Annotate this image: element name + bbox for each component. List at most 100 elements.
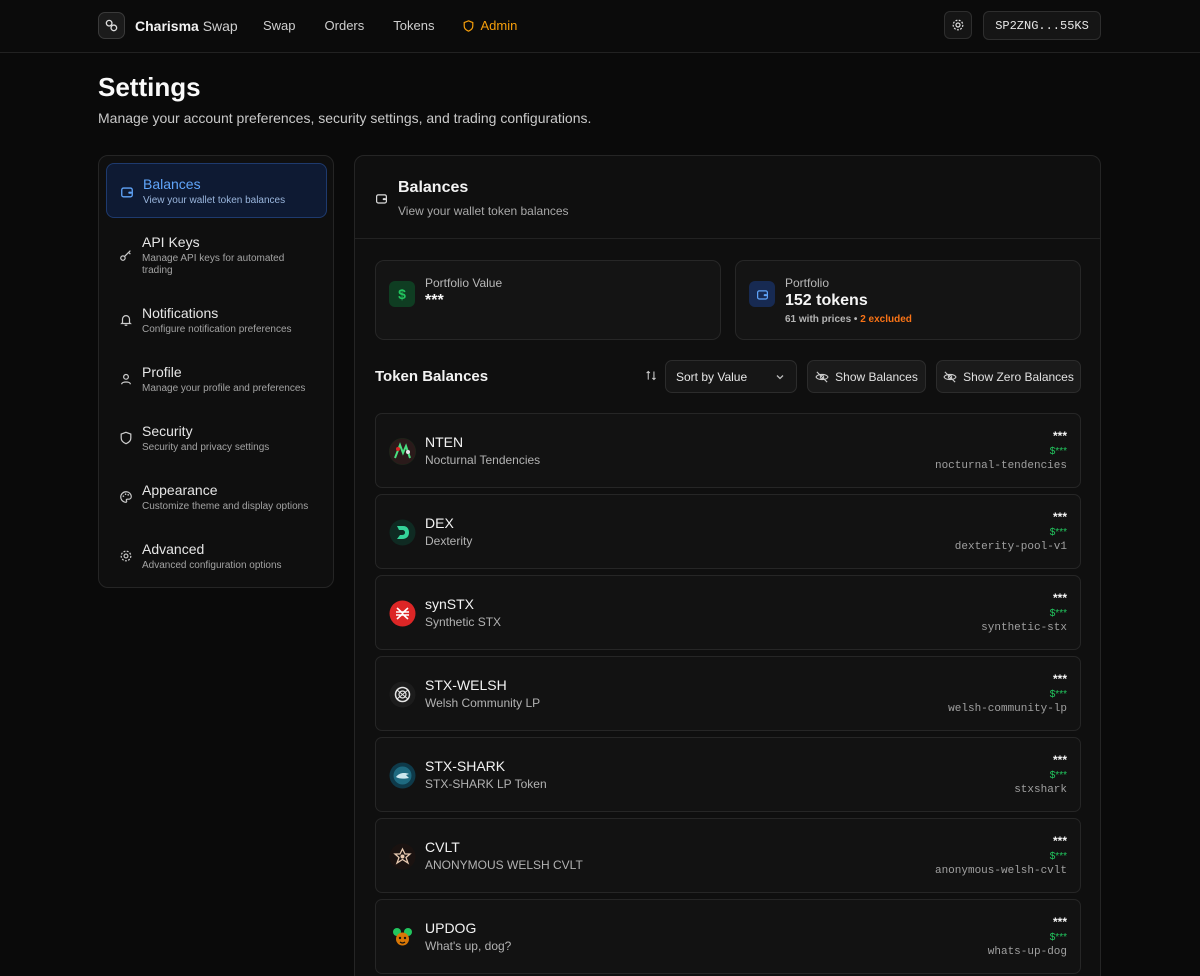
excluded-count: 2 excluded (860, 314, 912, 325)
portfolio-stats: 61 with prices • 2 excluded (785, 314, 912, 325)
token-usd-value: $*** (1049, 851, 1067, 862)
sort-select-value: Sort by Value (676, 370, 748, 384)
token-balance: *** (1052, 915, 1067, 929)
eye-off-icon (815, 370, 829, 383)
user-icon (121, 373, 131, 385)
wallet-icon (749, 281, 775, 307)
sidebar-item-balances[interactable]: Balances View your wallet token balances (106, 163, 327, 218)
token-row-synstx[interactable]: synSTX Synthetic STX *** $*** synthetic-… (375, 575, 1081, 650)
separator: • (851, 314, 861, 325)
token-row-dex[interactable]: DEX Dexterity *** $*** dexterity-pool-v1 (375, 494, 1081, 569)
brand[interactable]: Charisma Swap (98, 12, 238, 39)
show-balances-button[interactable]: Show Balances (807, 360, 926, 393)
token-balance: *** (1052, 591, 1067, 605)
sidebar-item-security[interactable]: Security Security and privacy settings (106, 417, 327, 465)
bell-icon (120, 315, 132, 326)
token-row-cvlt[interactable]: CVLT ANONYMOUS WELSH CVLT *** $*** anony… (375, 818, 1081, 893)
nav-tokens[interactable]: Tokens (393, 18, 434, 33)
nav-admin[interactable]: Admin (463, 18, 517, 33)
show-balances-label: Show Balances (835, 369, 918, 384)
sidebar-item-desc: View your wallet token balances (143, 195, 286, 206)
token-contract-id: welsh-community-lp (948, 703, 1067, 715)
token-logo-icon (389, 600, 416, 627)
eye-off-icon (943, 370, 957, 383)
portfolio-value: *** (425, 292, 444, 309)
token-usd-value: $*** (1049, 446, 1067, 457)
chevron-down-icon (776, 375, 784, 380)
token-symbol: STX-SHARK (425, 758, 506, 774)
nav-swap[interactable]: Swap (263, 18, 296, 33)
sort-select[interactable]: Sort by Value (665, 360, 797, 393)
token-row-updog[interactable]: UPDOG What's up, dog? *** $*** whats-up-… (375, 899, 1081, 974)
sidebar-item-notifications[interactable]: Notifications Configure notification pre… (106, 299, 327, 347)
sidebar-item-advanced[interactable]: Advanced Advanced configuration options (106, 535, 327, 583)
sidebar-item-desc: Security and privacy settings (142, 442, 270, 453)
token-symbol: DEX (425, 515, 454, 531)
token-usd-value: $*** (1049, 689, 1067, 700)
token-balance: *** (1052, 510, 1067, 524)
token-name: ANONYMOUS WELSH CVLT (425, 858, 583, 872)
dollar-icon: $ (389, 281, 415, 307)
token-balance: *** (1052, 834, 1067, 848)
sidebar-item-appearance[interactable]: Appearance Customize theme and display o… (106, 476, 327, 524)
token-logo-icon (389, 924, 416, 951)
settings-button[interactable] (944, 11, 972, 39)
wallet-icon (376, 194, 387, 204)
priced-count: 61 with prices (785, 314, 852, 325)
sidebar-item-label: Security (142, 423, 193, 439)
show-zero-balances-label: Show Zero Balances (963, 369, 1074, 384)
token-name: Dexterity (425, 534, 473, 548)
token-contract-id: whats-up-dog (987, 946, 1067, 958)
token-balances-title: Token Balances (375, 368, 489, 385)
token-row-stx-welsh[interactable]: STX-WELSH Welsh Community LP *** $*** we… (375, 656, 1081, 731)
settings-sidebar: Balances View your wallet token balances… (98, 155, 334, 588)
sidebar-item-desc: Manage your profile and preferences (142, 383, 306, 394)
token-contract-id: dexterity-pool-v1 (954, 541, 1067, 553)
sidebar-item-label: Balances (143, 176, 201, 192)
main-nav: Swap Orders Tokens Admin (263, 18, 517, 33)
page-subtitle: Manage your account preferences, securit… (98, 110, 592, 126)
token-symbol: NTEN (425, 434, 464, 450)
token-usd-value: $*** (1049, 932, 1067, 943)
brand-name: Charisma Swap (135, 17, 238, 34)
portfolio-value-card: $ Portfolio Value *** (375, 260, 721, 340)
gear-icon (120, 550, 132, 562)
top-navbar: Charisma Swap Swap Orders Tokens Admin S… (0, 0, 1200, 53)
token-usd-value: $*** (1049, 770, 1067, 781)
portfolio-label: Portfolio (785, 276, 830, 290)
token-usd-value: $*** (1049, 527, 1067, 538)
sidebar-item-label: Appearance (142, 482, 218, 498)
nav-orders[interactable]: Orders (325, 18, 365, 33)
token-symbol: synSTX (425, 596, 475, 612)
token-row-nten[interactable]: NTEN Nocturnal Tendencies *** $*** noctu… (375, 413, 1081, 488)
token-logo-icon (389, 519, 416, 546)
token-row-stx-shark[interactable]: STX-SHARK STX-SHARK LP Token *** $*** st… (375, 737, 1081, 812)
portfolio-token-count: 152 tokens (785, 292, 868, 309)
sidebar-item-desc: Customize theme and display options (142, 501, 309, 512)
palette-icon (120, 491, 132, 503)
sidebar-item-profile[interactable]: Profile Manage your profile and preferen… (106, 358, 327, 406)
panel-subtitle: View your wallet token balances (398, 204, 569, 218)
token-logo-icon (389, 681, 416, 708)
sidebar-item-label: Profile (142, 364, 182, 380)
show-zero-balances-button[interactable]: Show Zero Balances (936, 360, 1081, 393)
sidebar-item-desc: Advanced configuration options (142, 560, 282, 571)
sidebar-item-api-keys[interactable]: API Keys Manage API keys for automated t… (106, 228, 327, 286)
token-name: Welsh Community LP (425, 696, 541, 710)
token-logo-icon (389, 438, 416, 465)
token-name: STX-SHARK LP Token (425, 777, 547, 791)
token-logo-icon (389, 762, 416, 789)
wallet-address-button[interactable]: SP2ZNG...55KS (983, 11, 1101, 40)
panel-header: Balances View your wallet token balances (355, 156, 1100, 239)
token-name: Nocturnal Tendencies (425, 453, 541, 467)
portfolio-value-label: Portfolio Value (425, 276, 503, 290)
shield-icon (464, 19, 474, 32)
gear-icon (952, 19, 964, 31)
token-symbol: STX-WELSH (425, 677, 507, 693)
token-logo-icon (389, 843, 416, 870)
token-balance: *** (1052, 672, 1067, 686)
panel-title: Balances (398, 179, 469, 196)
key-icon (120, 250, 131, 261)
wallet-icon (121, 187, 133, 198)
sidebar-item-desc: Manage API keys for automated trading (142, 253, 285, 276)
